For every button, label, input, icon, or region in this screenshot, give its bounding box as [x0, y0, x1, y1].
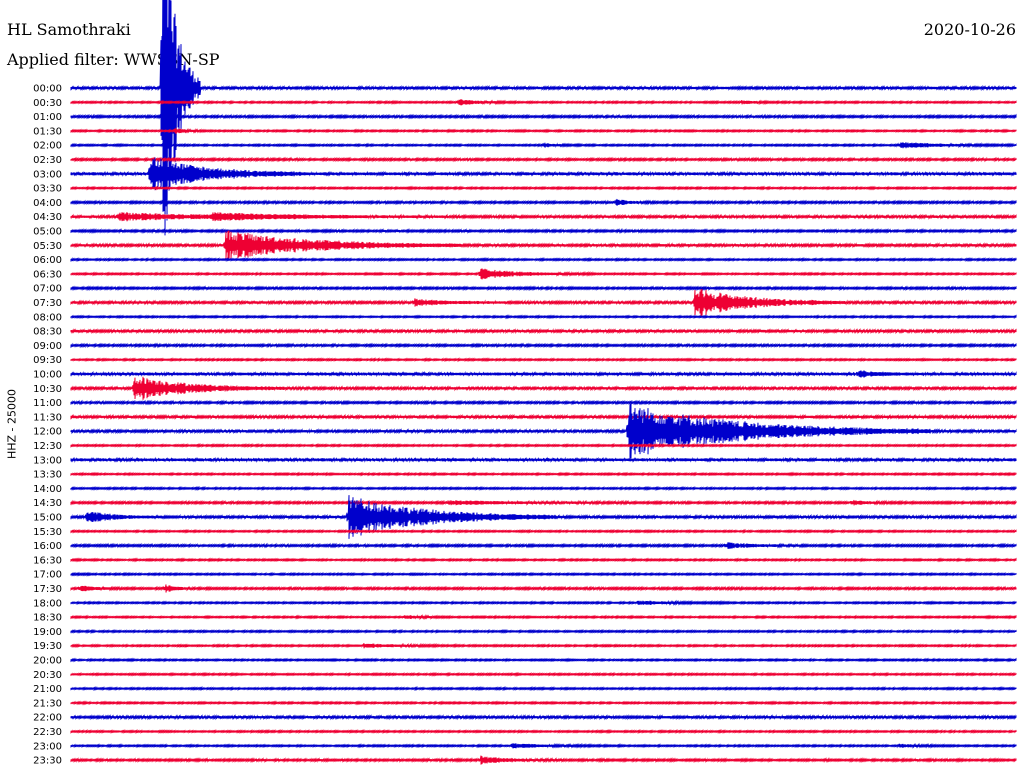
time-tick-label: 10:30: [33, 384, 62, 395]
trace-line: [70, 376, 1017, 400]
trace-line: [70, 485, 1017, 491]
trace-line: [70, 327, 1017, 335]
trace-line: [70, 499, 1017, 506]
trace-line: [70, 755, 1017, 765]
time-tick-label: 03:30: [33, 184, 62, 195]
trace-line: [70, 289, 1017, 316]
trace-line: [70, 700, 1017, 706]
time-tick-label: 05:30: [33, 241, 62, 252]
time-tick-label: 20:30: [33, 670, 62, 681]
trace-line: [70, 728, 1017, 735]
trace-line: [70, 142, 1017, 149]
time-tick-label: 11:30: [33, 412, 62, 423]
trace-line: [70, 628, 1017, 634]
time-tick-label: 13:30: [33, 470, 62, 481]
time-tick-label: 09:30: [33, 355, 62, 366]
time-tick-label: 00:00: [33, 84, 62, 95]
time-tick-label: 21:30: [33, 698, 62, 709]
trace-line: [70, 228, 1017, 234]
time-tick-label: 18:00: [33, 598, 62, 609]
time-tick-label: 21:00: [33, 684, 62, 695]
trace-line: [70, 542, 1017, 549]
trace-line: [70, 285, 1017, 292]
time-tick-label: 17:00: [33, 570, 62, 581]
trace-line: [70, 198, 1017, 206]
trace-line: [70, 342, 1017, 349]
trace-line: [70, 599, 1017, 606]
time-tick-label: 07:00: [33, 284, 62, 295]
time-tick-label: 16:30: [33, 555, 62, 566]
trace-line: [70, 357, 1017, 363]
time-tick-label: 15:30: [33, 527, 62, 538]
time-tick-label: 15:00: [33, 513, 62, 524]
time-tick-label: 01:30: [33, 126, 62, 137]
time-tick-label: 12:30: [33, 441, 62, 452]
time-tick-label: 13:00: [33, 455, 62, 466]
time-tick-label: 11:00: [33, 398, 62, 409]
trace-line: [70, 557, 1017, 563]
time-tick-label: 05:00: [33, 227, 62, 238]
trace-line: [70, 742, 1017, 749]
time-tick-label: 23:00: [33, 741, 62, 752]
trace-line: [70, 686, 1017, 692]
time-tick-label: 19:00: [33, 627, 62, 638]
time-tick-label: 17:30: [33, 584, 62, 595]
trace-line: [70, 471, 1017, 477]
trace-line: [70, 399, 1017, 406]
trace-line: [70, 113, 1017, 120]
time-tick-label: 18:30: [33, 613, 62, 624]
time-tick-label: 14:00: [33, 484, 62, 495]
trace-line: [70, 571, 1017, 577]
time-tick-label: 06:00: [33, 255, 62, 266]
trace-line: [70, 613, 1017, 621]
time-tick-label: 10:00: [33, 370, 62, 381]
time-tick-label: 22:30: [33, 727, 62, 738]
trace-line: [70, 442, 1017, 449]
time-tick-label: 22:00: [33, 713, 62, 724]
time-tick-label: 02:30: [33, 155, 62, 166]
time-tick-label: 04:30: [33, 212, 62, 223]
time-tick-label: 02:00: [33, 141, 62, 152]
trace-line: [70, 230, 1017, 261]
trace-line: [70, 127, 1017, 135]
time-tick-label: 06:30: [33, 269, 62, 280]
trace-line: [70, 212, 1017, 222]
helicorder-page: HL Samothraki 2020-10-26 Applied filter:…: [0, 0, 1024, 780]
time-tick-label: 12:00: [33, 427, 62, 438]
trace-line: [70, 370, 1017, 378]
time-tick-label: 14:30: [33, 498, 62, 509]
time-tick-label: 20:00: [33, 656, 62, 667]
trace-line: [70, 584, 1017, 593]
trace-line: [70, 657, 1017, 663]
trace-line: [70, 156, 1017, 163]
time-tick-label: 01:00: [33, 112, 62, 123]
trace-line: [70, 642, 1017, 649]
trace-line: [70, 99, 1017, 106]
time-tick-label: 04:00: [33, 198, 62, 209]
time-tick-label: 08:30: [33, 327, 62, 338]
trace-line: [70, 456, 1017, 463]
trace-line: [70, 257, 1017, 263]
time-tick-label: 16:00: [33, 541, 62, 552]
time-tick-label: 09:00: [33, 341, 62, 352]
trace-line: [70, 403, 1017, 459]
helicorder-plot: 00:00 00:30 01:00 01:30 02:00 02:30 03:00 03:30…: [33, 0, 1017, 767]
time-tick-label: 07:30: [33, 298, 62, 309]
trace-line: [70, 157, 1017, 191]
trace-line: [70, 314, 1017, 320]
time-tick-label: 08:00: [33, 312, 62, 323]
trace-line: [70, 528, 1017, 534]
trace-line: [70, 413, 1017, 421]
time-tick-label: 03:00: [33, 169, 62, 180]
time-tick-label: 00:30: [33, 98, 62, 109]
trace-line: [70, 268, 1017, 280]
trace-line: [70, 671, 1017, 677]
trace-line: [70, 185, 1017, 191]
time-tick-label: 23:30: [33, 756, 62, 767]
time-tick-label: 19:30: [33, 641, 62, 652]
trace-line: [70, 714, 1017, 721]
